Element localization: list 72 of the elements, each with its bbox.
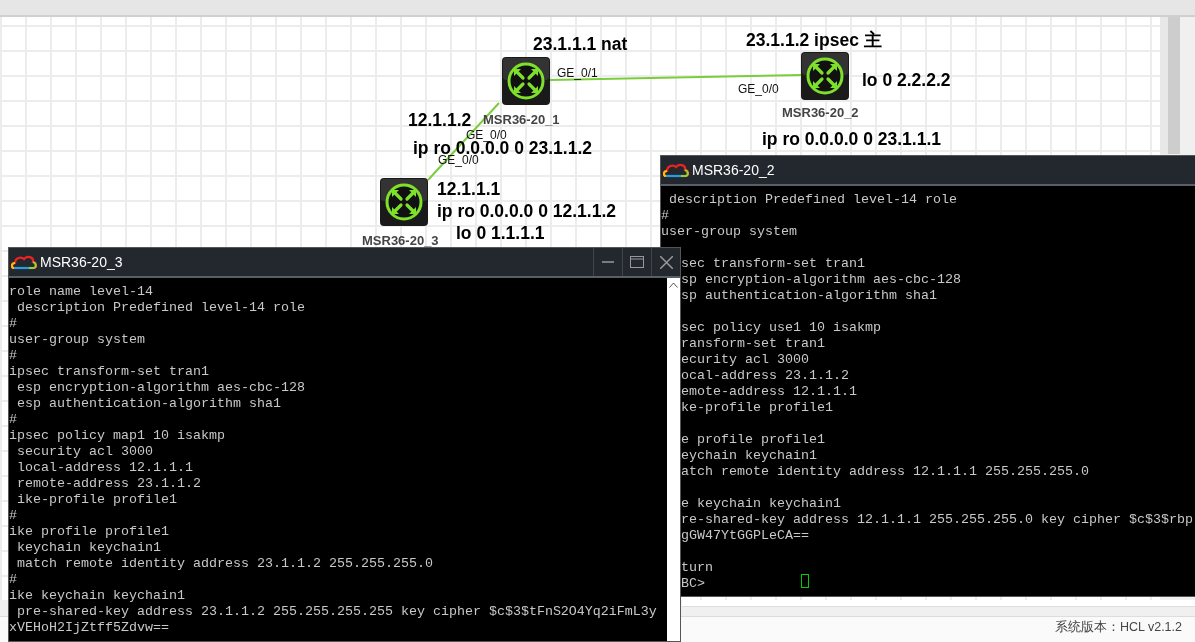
terminal-line: # <box>9 348 17 364</box>
window-title: MSR36-20_3 <box>40 254 123 270</box>
text-cursor <box>801 574 809 588</box>
terminal-line: keychain keychain1 <box>16 540 161 556</box>
terminal-line: re-shared-key address 12.1.1.1 255.255.255.0 key cipher $c$3$rbp <box>681 512 1193 528</box>
router-icon[interactable] <box>380 178 428 226</box>
terminal-line: match remote identity address 23.1.1.2 255.255.255.0 <box>16 556 433 572</box>
terminal-line: esp encryption-algorithm aes-cbc-128 <box>16 380 305 396</box>
terminal-line: atch remote identity address 12.1.1.1 255.255.255.0 <box>681 464 1089 480</box>
terminal-line: # <box>9 572 17 588</box>
scrollbar[interactable] <box>667 278 680 641</box>
terminal-line: ke-profile profile1 <box>681 400 833 416</box>
annotation-text: lo 0 1.1.1.1 <box>456 223 545 244</box>
window-title: MSR36-20_2 <box>692 162 775 178</box>
device-label: MSR36-20_1 <box>483 112 560 127</box>
terminal-line: BC> <box>681 576 705 592</box>
terminal-line: xVEHoH2IjZtff5Zdvw== <box>9 620 169 636</box>
terminal-line: gGW47YtGGPLeCA== <box>681 528 809 544</box>
terminal-line: # <box>661 208 669 224</box>
router-icon[interactable] <box>801 52 849 100</box>
terminal-line: sp authentication-algorithm sha1 <box>681 288 937 304</box>
terminal-line: eychain keychain1 <box>681 448 817 464</box>
terminal-line: ike keychain keychain1 <box>9 588 185 604</box>
terminal-line: sec policy use1 10 isakmp <box>681 320 881 336</box>
terminal-line: ike-profile profile1 <box>16 492 177 508</box>
title-bar[interactable]: MSR36-20_2 <box>661 156 1195 186</box>
terminal-line: security acl 3000 <box>16 444 153 460</box>
terminal-line: ipsec policy map1 10 isakmp <box>9 428 225 444</box>
terminal-line: # <box>9 316 17 332</box>
device-label: MSR36-20_3 <box>362 233 439 248</box>
terminal-line: emote-address 12.1.1.1 <box>681 384 857 400</box>
cloud-logo-icon <box>663 162 689 178</box>
terminal-line: description Predefined level-14 role <box>16 300 305 316</box>
terminal-line: sec transform-set tran1 <box>681 256 865 272</box>
port-label: GE_0/1 <box>557 66 598 80</box>
terminal-line: sp encryption-algorithm aes-cbc-128 <box>681 272 961 288</box>
annotation-text: ip ro 0.0.0.0 0 23.1.1.1 <box>762 129 941 150</box>
terminal-line: esp authentication-algorithm sha1 <box>16 396 281 412</box>
terminal-line: ransform-set tran1 <box>681 336 825 352</box>
maximize-icon <box>630 256 644 268</box>
terminal-line: ipsec transform-set tran1 <box>9 364 209 380</box>
terminal-line: role name level-14 <box>9 284 153 300</box>
terminal-line: user-group system <box>661 224 797 240</box>
terminal-line: ecurity acl 3000 <box>681 352 809 368</box>
annotation-text: ip ro 0.0.0.0 0 12.1.1.2 <box>437 201 616 222</box>
terminal-line: local-address 12.1.1.1 <box>16 460 193 476</box>
terminal-line: ike profile profile1 <box>9 524 169 540</box>
terminal-line: user-group system <box>9 332 145 348</box>
terminal-line: # <box>9 508 17 524</box>
annotation-text: lo 0 2.2.2.2 <box>862 70 951 91</box>
cloud-logo-icon <box>11 254 37 270</box>
title-bar[interactable]: MSR36-20_3 <box>9 248 680 278</box>
annotation-text: 23.1.1.1 nat <box>533 34 628 55</box>
scroll-up-icon[interactable] <box>669 282 678 288</box>
close-icon <box>659 255 673 269</box>
router-icon[interactable] <box>502 57 550 105</box>
terminal-line: # <box>9 412 17 428</box>
version-text: 系统版本：HCL v2.1.2 <box>1054 619 1182 636</box>
port-label: GE_0/0 <box>738 82 779 96</box>
terminal-line: e profile profile1 <box>681 432 825 448</box>
device-label: MSR36-20_2 <box>782 105 859 120</box>
annotation-text: 23.1.1.2 ipsec 主 <box>746 29 882 52</box>
scrollbar[interactable] <box>1160 17 1180 154</box>
annotation-text: 12.1.1.2 <box>408 110 472 130</box>
annotation-text: 12.1.1.1 <box>437 179 501 200</box>
terminal-line: e keychain keychain1 <box>681 496 841 512</box>
terminal-line: turn <box>681 560 713 576</box>
scrollbar[interactable] <box>682 600 1195 607</box>
terminal-line: remote-address 23.1.1.2 <box>16 476 201 492</box>
terminal-line: pre-shared-key address 23.1.1.2 255.255.255.255 key cipher $c$3$tFnS2O4Yq2iFmL3y <box>16 604 657 620</box>
terminal-line: ocal-address 23.1.1.2 <box>681 368 849 384</box>
terminal-line: description Predefined level-14 role <box>668 192 957 208</box>
